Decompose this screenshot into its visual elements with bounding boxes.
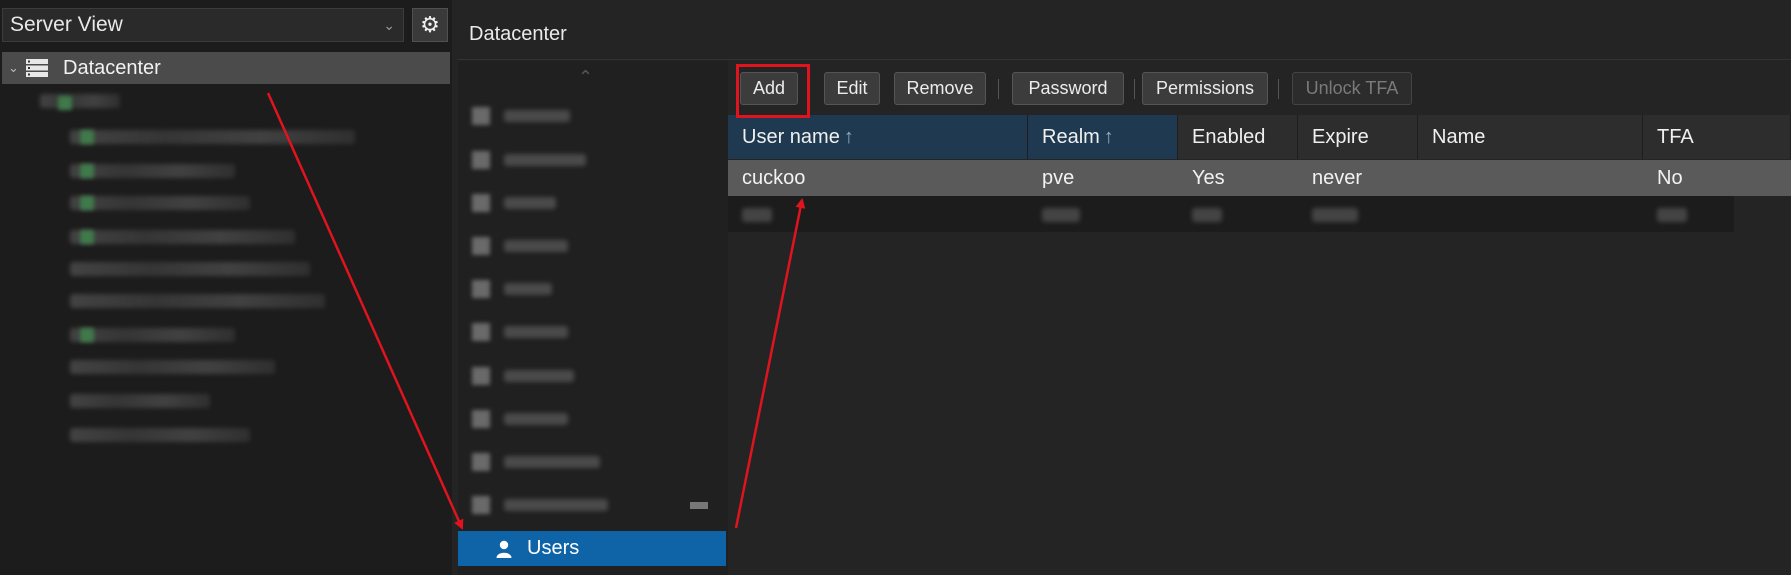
toolbar-separator [1278, 79, 1279, 99]
chevron-up-icon[interactable]: ⌃ [578, 67, 593, 88]
column-header-expire[interactable]: Expire [1298, 115, 1418, 159]
cell-user-name: cuckoo [742, 167, 806, 189]
tree-item[interactable] [70, 428, 250, 442]
sort-ascending-icon: ↑ [843, 126, 854, 148]
tree-item[interactable] [70, 360, 275, 374]
resource-tree-panel: Server View ⌄ ⚙ ⌄ Datacenter [0, 0, 452, 575]
page-title-text: Datacenter [469, 23, 567, 45]
datacenter-nav-menu: ⌃ Users [458, 61, 729, 575]
gear-icon: ⚙ [420, 12, 440, 37]
column-header-name[interactable]: Name [1418, 115, 1643, 159]
tree-item[interactable] [70, 294, 325, 308]
cell-tfa: No [1657, 167, 1683, 189]
view-selector-value: Server View [10, 13, 123, 36]
cell-name [1418, 160, 1643, 196]
nav-item-label: Users [527, 537, 580, 559]
collapse-indicator[interactable] [690, 502, 708, 509]
user-icon [496, 540, 512, 558]
cell-expire: never [1312, 167, 1363, 189]
column-header-realm[interactable]: Realm ↑ [1028, 115, 1178, 159]
nav-item-users[interactable]: Users [458, 531, 726, 566]
tree-item[interactable] [70, 230, 295, 244]
table-row-redacted[interactable] [728, 196, 1734, 232]
tree-item[interactable] [70, 394, 210, 408]
cell-realm: pve [1042, 167, 1075, 189]
toolbar-separator [1134, 79, 1135, 99]
tree-item[interactable] [70, 164, 235, 178]
edit-button[interactable]: Edit [824, 72, 880, 105]
view-selector[interactable]: Server View ⌄ [2, 8, 404, 42]
tree-item[interactable] [70, 328, 235, 342]
permissions-button[interactable]: Permissions [1142, 72, 1268, 105]
unlock-tfa-button[interactable]: Unlock TFA [1292, 72, 1412, 105]
password-button[interactable]: Password [1012, 72, 1124, 105]
server-rack-icon [26, 59, 48, 77]
tree-item[interactable] [70, 262, 310, 276]
settings-button[interactable]: ⚙ [412, 8, 448, 42]
cell-enabled: Yes [1192, 167, 1225, 189]
tree-item-datacenter[interactable]: ⌄ Datacenter [2, 52, 450, 84]
tree-item[interactable] [40, 94, 120, 108]
tree-item[interactable] [70, 130, 355, 144]
column-header-enabled[interactable]: Enabled [1178, 115, 1298, 159]
page-title: Datacenter [458, 8, 1791, 60]
remove-button[interactable]: Remove [894, 72, 986, 105]
users-grid: User name ↑ Realm ↑ Enabled Expire Name TF… [728, 115, 1791, 575]
annotation-highlight-box [736, 64, 810, 118]
column-header-tfa[interactable]: TFA [1643, 115, 1791, 159]
chevron-down-icon: ⌄ [383, 17, 395, 33]
chevron-down-icon[interactable]: ⌄ [8, 52, 19, 84]
tree-item-label: Datacenter [63, 57, 161, 79]
users-toolbar: Add Edit Remove Password Permissions Unl… [728, 61, 1791, 115]
column-header-user-name[interactable]: User name ↑ [728, 115, 1028, 159]
sort-ascending-icon: ↑ [1103, 126, 1114, 148]
toolbar-separator [998, 79, 999, 99]
tree-item[interactable] [70, 196, 250, 210]
